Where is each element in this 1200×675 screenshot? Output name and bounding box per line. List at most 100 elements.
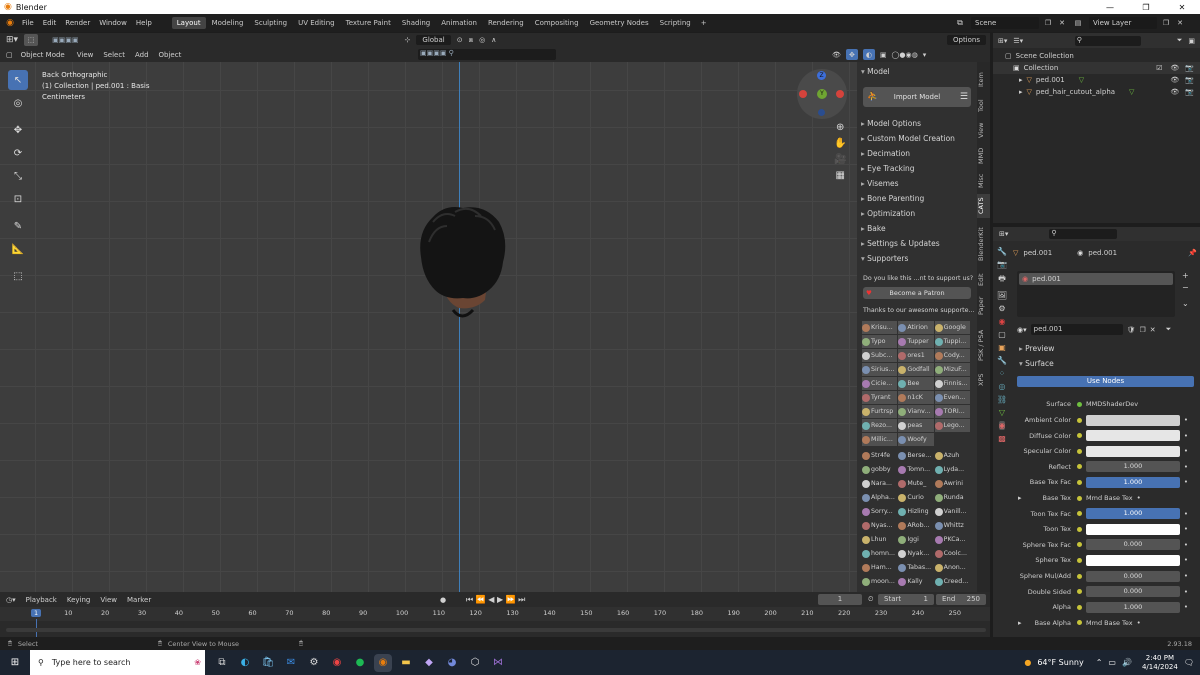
viewport-menu-view[interactable]: View [77, 51, 94, 59]
steam-icon[interactable]: ⚙ [305, 654, 323, 672]
socket-dot[interactable] [1077, 526, 1082, 532]
store-icon[interactable]: 🛍 [259, 654, 277, 672]
slot-menu-button[interactable]: ⌄ [1182, 299, 1189, 308]
gizmo-z-axis[interactable]: Z [817, 71, 826, 80]
supporter-entry[interactable]: PKCa... [934, 533, 970, 546]
properties-type-icon[interactable]: ⊞▾ [999, 230, 1008, 238]
workspace-tab-texture-paint[interactable]: Texture Paint [341, 17, 396, 29]
socket-dot[interactable] [1077, 542, 1082, 548]
object-render-icon[interactable]: 📷 [1185, 88, 1194, 96]
gizmo-x-negative[interactable] [799, 90, 807, 98]
overlay-icon[interactable]: ◐ [862, 49, 875, 60]
cats-section-bake[interactable]: Bake [857, 221, 977, 236]
select-mode-icons[interactable]: ▣▣▣▣ [52, 36, 78, 44]
xray-icon[interactable]: ▣ [880, 51, 887, 59]
scale-tool-icon[interactable]: ⤡ [8, 166, 28, 186]
add-cube-tool-icon[interactable]: ⬚ [8, 266, 28, 286]
list-menu-icon[interactable]: ☰ [960, 92, 968, 102]
supporter-entry[interactable]: Millic... [862, 433, 898, 446]
menu-window[interactable]: Window [99, 19, 127, 27]
supporter-entry[interactable]: Even... [934, 391, 970, 404]
sidebar-tab-item[interactable]: Item [977, 68, 990, 92]
scene-field[interactable]: Scene [971, 17, 1039, 29]
physics-tab-icon[interactable]: ◎ [999, 382, 1006, 391]
blender-taskbar-icon[interactable]: ◉ [374, 653, 392, 672]
supporter-entry[interactable]: Furtrsp [862, 405, 898, 418]
keyframe-dot-icon[interactable]: • [1184, 510, 1188, 518]
sidebar-tab-blenderkit[interactable]: BlenderKit [977, 222, 990, 266]
browse-material-icon[interactable]: ◉▾ [1017, 326, 1027, 334]
pin-icon[interactable]: 📌 [1188, 249, 1197, 257]
unlink-material-icon[interactable]: ✕ [1150, 326, 1156, 334]
supporter-entry[interactable]: Creed... [934, 575, 970, 588]
gizmo-toggle-icon[interactable]: ✥ [845, 49, 858, 60]
workspace-tab-shading[interactable]: Shading [397, 17, 435, 29]
menu-render[interactable]: Render [65, 19, 90, 27]
gizmo-y-axis[interactable]: Y [817, 89, 827, 99]
view-layer-field[interactable]: View Layer [1089, 17, 1157, 29]
new-collection-icon[interactable]: ▣ [1188, 37, 1195, 45]
collection-tab-icon[interactable]: ▢ [998, 330, 1006, 339]
keyframe-dot-icon[interactable]: • [1184, 572, 1188, 580]
supporter-entry[interactable]: Awrini [934, 477, 970, 490]
outliner-search[interactable]: ⚲ [1074, 35, 1141, 46]
workspace-tab-uv-editing[interactable]: UV Editing [293, 17, 340, 29]
menu-help[interactable]: Help [136, 19, 152, 27]
surface-section[interactable]: Surface [1015, 356, 1185, 371]
supporter-entry[interactable]: n1cK [898, 391, 934, 404]
supporter-entry[interactable]: moon... [862, 575, 897, 588]
workspace-tab-animation[interactable]: Animation [436, 17, 482, 29]
file-explorer-icon[interactable]: ▬ [397, 654, 415, 672]
socket-dot[interactable] [1077, 604, 1082, 610]
rotate-tool-icon[interactable]: ⟳ [8, 143, 28, 163]
supporter-entry[interactable]: Sirius... [862, 363, 898, 376]
keyframe-dot-icon[interactable]: • [1184, 463, 1188, 471]
supporter-entry[interactable]: Nyak... [898, 547, 933, 560]
outliner-root[interactable]: Scene Collection [1016, 52, 1074, 60]
navigation-gizmo[interactable]: Z Y [797, 69, 847, 119]
keyframe-dot-icon[interactable]: • [1184, 416, 1188, 424]
maximize-button[interactable]: ❐ [1128, 3, 1164, 12]
discord-icon[interactable]: ◕ [443, 654, 461, 672]
supporter-entry[interactable]: peas [898, 419, 934, 432]
supporter-entry[interactable]: Google [934, 321, 970, 334]
supporter-entry[interactable]: Godfall [898, 363, 934, 376]
supporters-section[interactable]: Supporters [857, 251, 977, 266]
socket-dot[interactable] [1077, 464, 1082, 470]
select-box-tool-icon[interactable]: ⬚ [24, 34, 39, 46]
color-swatch[interactable] [1086, 523, 1180, 535]
supporter-entry[interactable]: TORI... [934, 405, 970, 418]
transform-tool-icon[interactable]: ⊡ [8, 189, 28, 209]
supporter-entry[interactable]: Subc... [862, 349, 898, 362]
value-field[interactable]: 1.000 [1086, 461, 1180, 473]
timeline-menu-view[interactable]: View [100, 596, 117, 604]
timeline-scrollbar[interactable] [6, 628, 986, 632]
keyframe-dot-icon[interactable]: • [1184, 447, 1188, 455]
viewport-menu-add[interactable]: Add [135, 51, 149, 59]
annotate-tool-icon[interactable]: ✎ [8, 216, 28, 236]
timeline-ruler[interactable]: 1 10 20 30 40 50 60 70 80 90 100 110 120 130 140 150 160… [0, 607, 990, 639]
object-visibility-icon[interactable]: 👁 [1170, 76, 1179, 84]
constraints-tab-icon[interactable]: ⛓ [997, 395, 1007, 404]
task-view-icon[interactable]: ⧉ [213, 654, 231, 672]
value-field[interactable]: 1.000 [1086, 508, 1180, 520]
viewport-menu-object[interactable]: Object [159, 51, 182, 59]
supporter-entry[interactable]: Nara... [862, 477, 897, 490]
timeline-type-icon[interactable]: ◷▾ [6, 596, 16, 604]
cats-section-model-options[interactable]: Model Options [857, 116, 977, 131]
supporter-entry[interactable]: Tyrant [862, 391, 898, 404]
supporter-entry[interactable]: Vanill... [934, 505, 970, 518]
falloff-icon[interactable]: ∧ [491, 36, 496, 44]
orientation-icon[interactable]: ⊹ [405, 36, 411, 44]
camera-icon[interactable]: 🎥 [834, 154, 846, 165]
timeline-menu-playback[interactable]: Playback [26, 596, 57, 604]
value-field[interactable]: 0.000 [1086, 570, 1180, 582]
minimize-button[interactable]: — [1092, 3, 1128, 12]
socket-dot[interactable] [1077, 433, 1082, 439]
edge-browser-icon[interactable]: ◐ [236, 654, 254, 672]
object-visibility-icon[interactable]: 👁 [1170, 88, 1179, 96]
supporter-entry[interactable]: MizuF... [934, 363, 970, 376]
supporter-entry[interactable]: Berse... [898, 449, 933, 462]
keyframe-dot-icon[interactable]: • [1184, 432, 1188, 440]
sidebar-tab-xps[interactable]: XPS [977, 368, 990, 392]
